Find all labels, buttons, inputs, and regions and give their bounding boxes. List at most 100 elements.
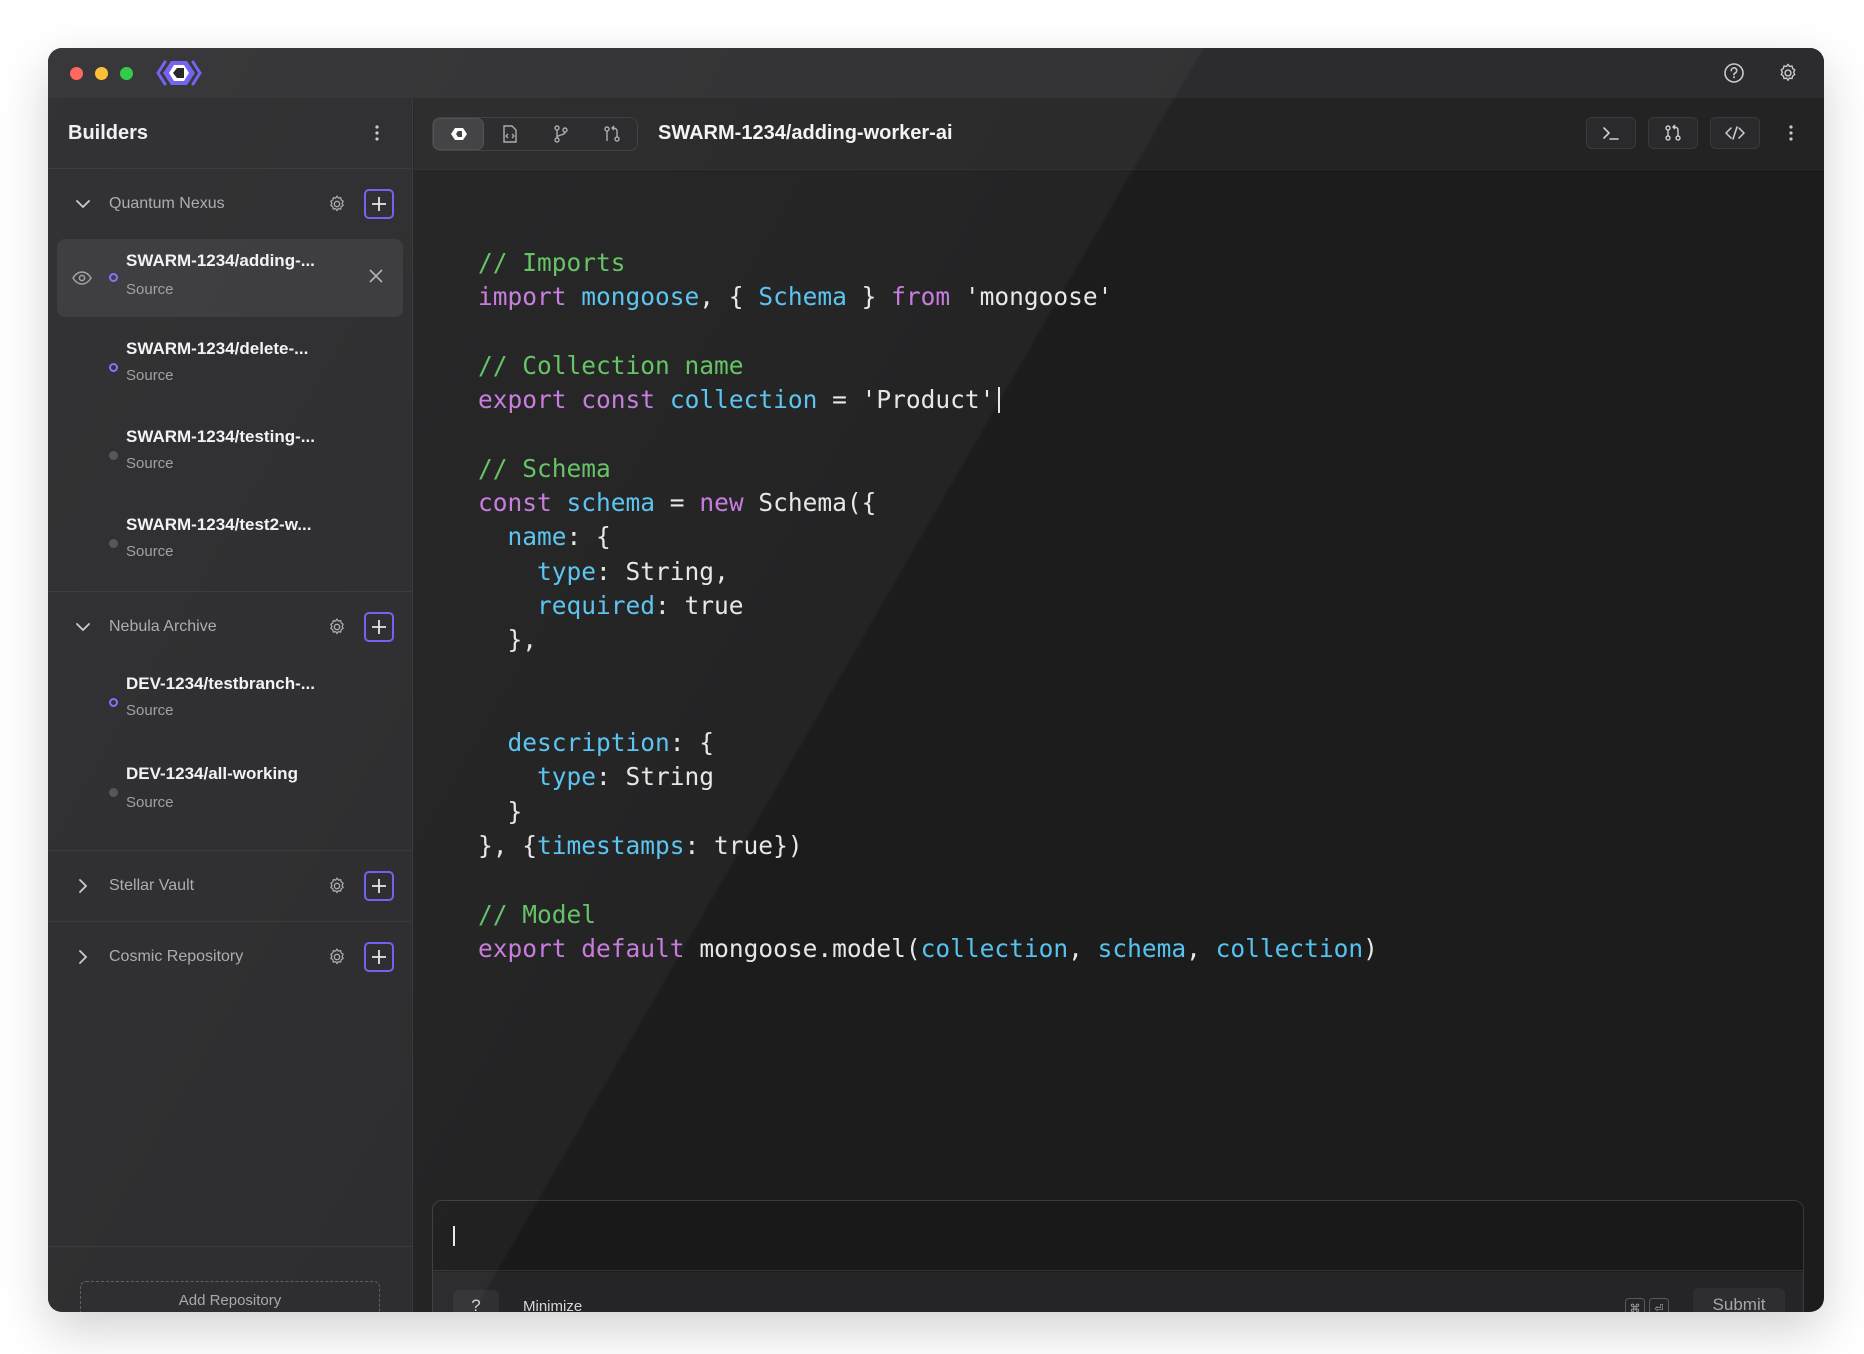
code-identifier: required	[537, 590, 656, 620]
list-item[interactable]: DEV-1234/testbranch-... Source	[57, 662, 403, 750]
pull-request-icon	[1665, 124, 1681, 141]
command-key-icon: ⌘	[1625, 1298, 1645, 1312]
list-item[interactable]: SWARM-1234/testing-... Source	[57, 415, 403, 503]
branch-name: SWARM-1234/testing-...	[126, 427, 315, 446]
toolbar: SWARM-1234/adding-worker-ai	[414, 98, 1824, 170]
code-keyword: const	[581, 385, 656, 415]
code-icon	[1725, 126, 1745, 140]
status-dot	[109, 539, 118, 548]
add-builder-button[interactable]	[364, 942, 394, 972]
group-header[interactable]: Nebula Archive	[48, 592, 412, 662]
list-item[interactable]: SWARM-1234/adding-... Source	[57, 239, 403, 317]
gear-icon[interactable]	[324, 191, 350, 217]
swarm-logo-icon[interactable]	[433, 117, 484, 150]
branch-name: SWARM-1234/test2-w...	[126, 515, 312, 534]
branch-name: SWARM-1234/delete-...	[126, 339, 309, 358]
code-identifier: type	[537, 556, 597, 586]
code-identifier: timestamps	[537, 831, 685, 861]
code-editor[interactable]: // Imports import mongoose, { Schema } f…	[478, 246, 1378, 966]
branch-source: Source	[126, 367, 174, 384]
list-item[interactable]: DEV-1234/all-working Source	[57, 750, 403, 850]
add-builder-button[interactable]	[364, 612, 394, 642]
eye-icon[interactable]	[71, 267, 93, 289]
code-identifier: schema	[566, 488, 656, 518]
branch-source: Source	[126, 702, 174, 719]
code-keyword: new	[699, 488, 744, 518]
plus-icon	[372, 950, 386, 964]
page-title: SWARM-1234/adding-worker-ai	[658, 122, 953, 144]
prompt-footer: ? Minimize ⌘ ⏎ Submit	[433, 1272, 1803, 1312]
gear-icon[interactable]	[324, 944, 350, 970]
list-item[interactable]: SWARM-1234/delete-... Source	[57, 327, 403, 415]
gear-icon[interactable]	[1774, 59, 1802, 87]
code-identifier: collection	[669, 385, 818, 415]
code-keyword: import	[478, 282, 567, 312]
status-dot	[109, 451, 118, 460]
code-keyword: default	[581, 933, 685, 963]
group-header[interactable]: Stellar Vault	[48, 851, 412, 921]
submit-button[interactable]: Submit	[1693, 1288, 1785, 1312]
add-builder-button[interactable]	[364, 189, 394, 219]
group-name: Quantum Nexus	[109, 195, 225, 212]
plus-icon	[372, 197, 386, 211]
app-window: Builders Quantum Nexus SWARM-1234/adding…	[48, 48, 1824, 1312]
enter-key-icon: ⏎	[1649, 1298, 1669, 1312]
sidebar-footer: Add Repository	[48, 1246, 412, 1312]
code-string: 'Product'	[861, 385, 995, 415]
code-keyword: const	[478, 488, 552, 518]
code-view-button[interactable]	[1710, 117, 1760, 149]
title-bar	[48, 48, 1824, 98]
gear-icon[interactable]	[324, 873, 350, 899]
pull-request-button[interactable]	[1648, 117, 1698, 149]
status-dot	[109, 788, 118, 797]
git-compare-icon[interactable]	[586, 118, 637, 150]
terminal-button[interactable]	[1586, 117, 1636, 149]
code-text: String	[625, 556, 715, 586]
code-identifier: description	[507, 728, 670, 758]
help-button[interactable]: ?	[453, 1290, 499, 1312]
code-text: Schema({	[758, 488, 877, 518]
close-window-button[interactable]	[70, 66, 83, 80]
group-header[interactable]: Cosmic Repository	[48, 922, 412, 992]
gear-icon[interactable]	[324, 614, 350, 640]
chevron-right-icon[interactable]	[72, 946, 94, 968]
code-text: true	[684, 590, 744, 620]
terminal-icon	[1603, 127, 1619, 140]
prompt-input[interactable]	[433, 1201, 1803, 1271]
file-code-icon[interactable]	[484, 118, 535, 150]
help-icon[interactable]	[1720, 59, 1748, 87]
chevron-down-icon[interactable]	[72, 616, 94, 638]
text-cursor	[453, 1226, 455, 1246]
prompt-box: ? Minimize ⌘ ⏎ Submit	[432, 1200, 1804, 1312]
minimize-window-button[interactable]	[95, 66, 108, 80]
list-item[interactable]: SWARM-1234/test2-w... Source	[57, 503, 403, 591]
view-switcher	[432, 116, 638, 151]
sidebar-more-icon[interactable]	[366, 122, 388, 144]
code-identifier: mongoose	[581, 282, 700, 312]
git-branch-icon[interactable]	[535, 118, 586, 150]
more-icon[interactable]	[1776, 117, 1806, 149]
branch-name: DEV-1234/all-working	[126, 764, 298, 783]
chevron-down-icon[interactable]	[72, 193, 94, 215]
chevron-right-icon[interactable]	[72, 875, 94, 897]
code-keyword: from	[891, 282, 951, 312]
branch-source: Source	[126, 794, 174, 811]
repo-group-cosmic-repository: Cosmic Repository	[48, 921, 412, 992]
add-repository-button[interactable]: Add Repository	[80, 1281, 380, 1312]
branch-source: Source	[126, 543, 174, 560]
group-header[interactable]: Quantum Nexus	[48, 169, 412, 239]
text-cursor	[998, 387, 1001, 414]
code-comment: // Schema	[478, 453, 611, 483]
code-identifier: Schema	[758, 282, 847, 312]
minimize-link[interactable]: Minimize	[523, 1298, 582, 1312]
code-text: true	[714, 831, 774, 861]
branch-source: Source	[126, 455, 174, 472]
add-builder-button[interactable]	[364, 871, 394, 901]
plus-icon	[372, 620, 386, 634]
repo-group-quantum-nexus: Quantum Nexus SWARM-1234/adding-... Sour…	[48, 168, 412, 591]
code-identifier: collection	[1215, 933, 1364, 963]
group-name: Nebula Archive	[109, 618, 217, 635]
code-string: 'mongoose'	[964, 282, 1113, 312]
close-icon[interactable]	[365, 265, 387, 287]
zoom-window-button[interactable]	[120, 66, 133, 80]
